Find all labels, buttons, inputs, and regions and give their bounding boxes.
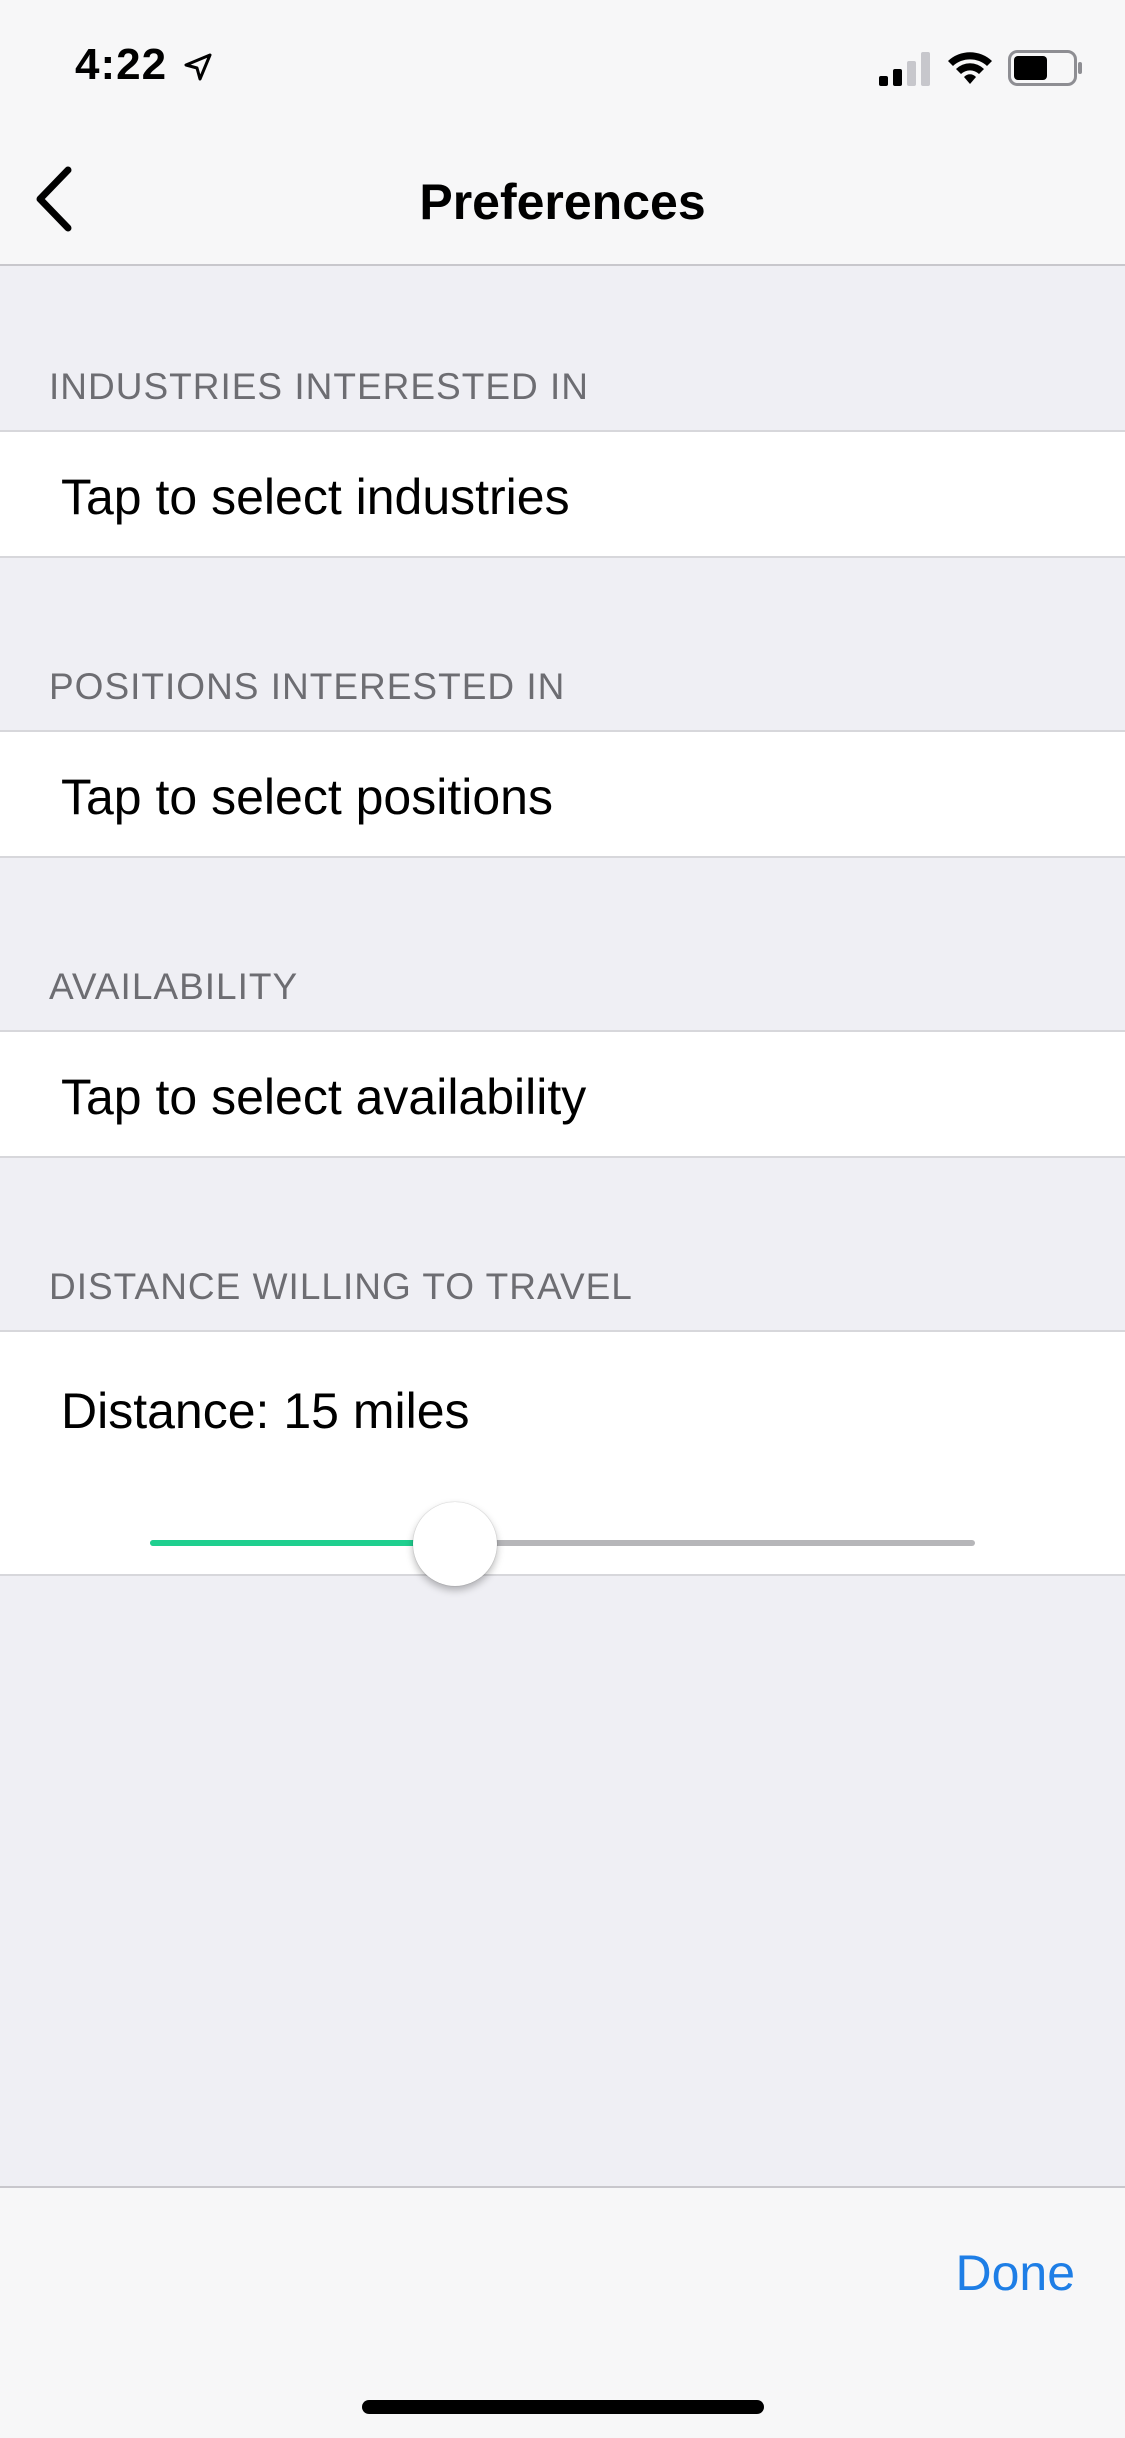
- battery-icon: [1008, 50, 1084, 91]
- section-header-industries: INDUSTRIES INTERESTED IN: [49, 366, 589, 407]
- wifi-icon: [946, 48, 994, 91]
- done-button[interactable]: Done: [955, 2244, 1075, 2302]
- select-positions-cell[interactable]: Tap to select positions: [0, 730, 1125, 858]
- select-industries-cell[interactable]: Tap to select industries: [0, 430, 1125, 558]
- distance-slider[interactable]: [150, 1502, 975, 1586]
- slider-thumb[interactable]: [413, 1502, 498, 1586]
- bottom-toolbar: Done: [0, 2186, 1125, 2438]
- select-availability-label: Tap to select availability: [61, 1069, 587, 1125]
- select-availability-cell[interactable]: Tap to select availability: [0, 1030, 1125, 1158]
- location-arrow-icon: [183, 52, 213, 87]
- navigation-bar: Preferences: [0, 135, 1125, 266]
- slider-fill: [150, 1540, 456, 1546]
- distance-cell: Distance: 15 miles: [0, 1330, 1125, 1586]
- section-header-distance: DISTANCE WILLING TO TRAVEL: [49, 1266, 633, 1307]
- select-positions-label: Tap to select positions: [61, 769, 553, 825]
- distance-label: Distance: 15 miles: [61, 1383, 470, 1439]
- status-time: 4:22: [75, 40, 168, 89]
- cellular-signal-icon: [879, 50, 933, 91]
- home-indicator: [362, 2400, 764, 2414]
- status-bar: 4:22: [0, 0, 1125, 135]
- section-header-positions: POSITIONS INTERESTED IN: [49, 666, 566, 707]
- select-industries-label: Tap to select industries: [61, 469, 570, 525]
- section-header-availability: AVAILABILITY: [49, 966, 299, 1007]
- page-title: Preferences: [419, 174, 706, 230]
